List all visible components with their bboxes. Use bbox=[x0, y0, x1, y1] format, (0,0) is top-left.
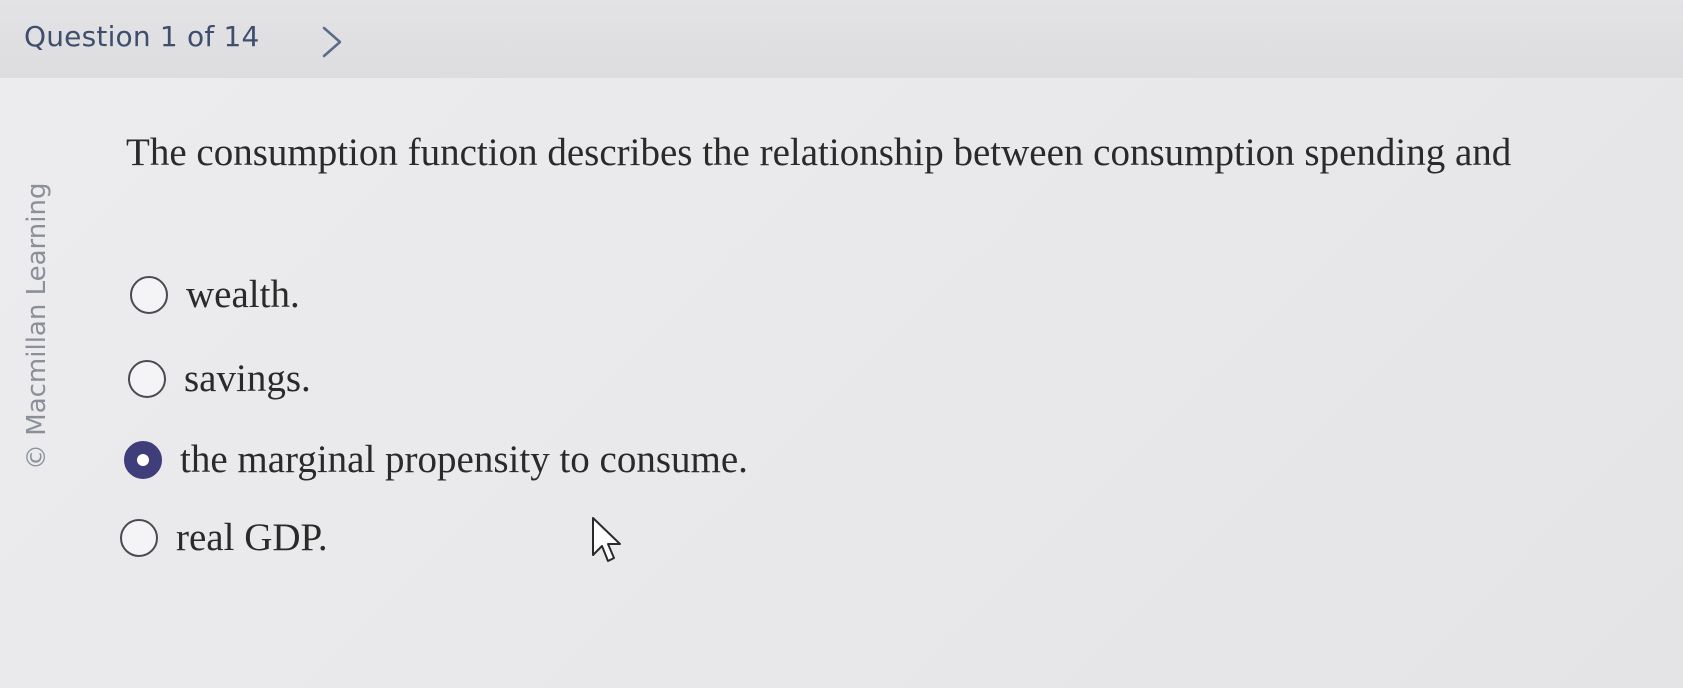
mouse-pointer-icon bbox=[592, 517, 621, 562]
chevron-right-icon[interactable] bbox=[318, 24, 346, 60]
question-counter: Question 1 of 14 bbox=[24, 20, 260, 53]
question-prompt: The consumption function describes the r… bbox=[126, 131, 1512, 174]
answer-option-label: wealth. bbox=[186, 273, 300, 316]
answer-option-mpc[interactable]: the marginal propensity to consume. bbox=[124, 437, 748, 482]
answer-option-real-gdp[interactable]: real GDP. bbox=[120, 515, 328, 560]
radio-button[interactable] bbox=[120, 518, 158, 557]
radio-button[interactable] bbox=[130, 275, 168, 314]
answer-option-label: real GDP. bbox=[176, 516, 328, 559]
answer-option-label: the marginal propensity to consume. bbox=[180, 438, 748, 481]
radio-button-selected[interactable] bbox=[124, 440, 162, 479]
copyright-watermark: © Macmillan Learning bbox=[22, 182, 52, 470]
question-header: Question 1 of 14 bbox=[0, 0, 1683, 78]
radio-button[interactable] bbox=[128, 359, 166, 398]
answer-option-label: savings. bbox=[184, 357, 311, 400]
answer-option-wealth[interactable]: wealth. bbox=[130, 272, 300, 317]
answer-option-savings[interactable]: savings. bbox=[128, 356, 311, 401]
